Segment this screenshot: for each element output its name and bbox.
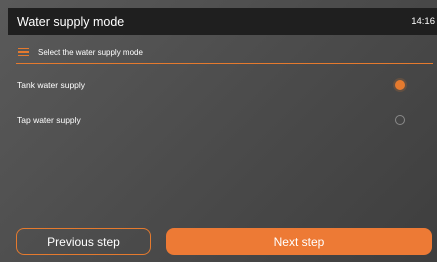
option-label: Tank water supply	[17, 80, 86, 90]
section-header: Select the water supply mode	[16, 41, 433, 64]
clock: 14:16	[411, 16, 435, 27]
option-label: Tap water supply	[17, 115, 81, 125]
radio-selected[interactable]	[395, 80, 405, 90]
screen: Water supply mode 14:16 Select the water…	[8, 8, 437, 262]
menu-icon	[18, 47, 29, 57]
radio-unselected[interactable]	[395, 115, 405, 125]
previous-step-button[interactable]: Previous step	[16, 228, 151, 255]
section-label: Select the water supply mode	[38, 47, 143, 57]
option-tap-water-supply[interactable]: Tap water supply	[8, 105, 425, 135]
page-title: Water supply mode	[17, 14, 125, 29]
option-tank-water-supply[interactable]: Tank water supply	[8, 70, 425, 100]
next-step-button[interactable]: Next step	[166, 228, 432, 255]
top-bar: Water supply mode 14:16	[8, 8, 437, 35]
